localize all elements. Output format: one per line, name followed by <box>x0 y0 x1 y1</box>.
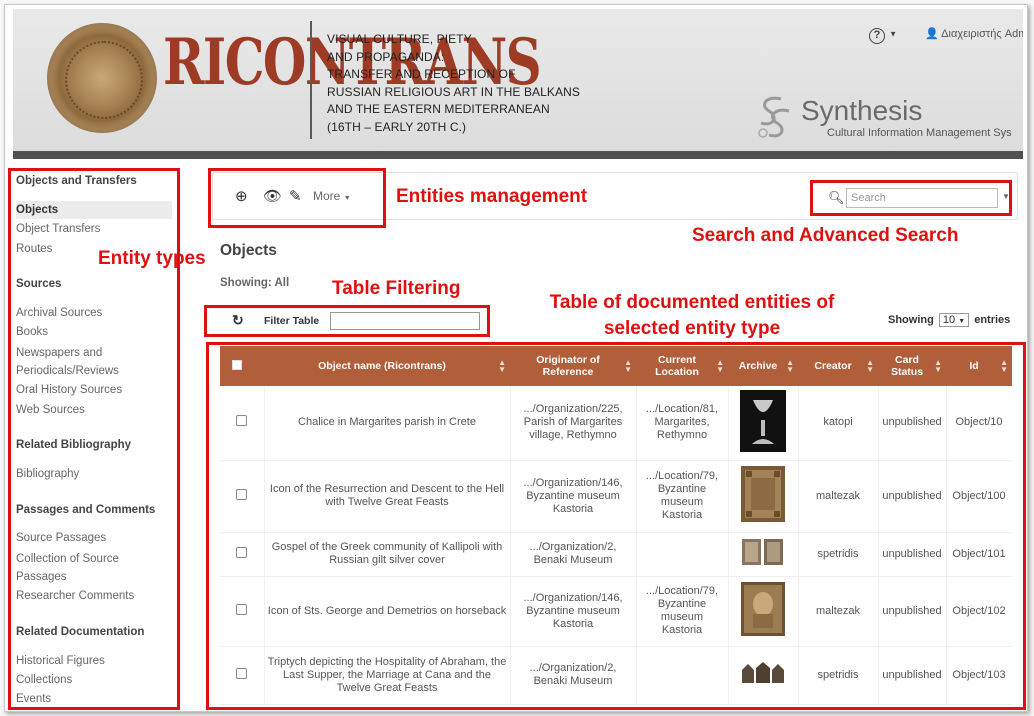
entries-prefix: Showing <box>888 314 934 326</box>
entries-value: 10 <box>942 314 956 326</box>
project-title-line: RUSSIAN RELIGIOUS ART IN THE BALKANS <box>327 84 581 99</box>
user-menu[interactable]: 👤 Διαχειριστής Adm <box>925 27 1023 40</box>
user-icon: 👤 <box>925 28 939 40</box>
annotation-box-table <box>206 342 1026 710</box>
help-button[interactable]: ? ▼ <box>869 25 897 44</box>
header-bar <box>13 151 1023 159</box>
synthesis-name: Synthesis <box>801 95 923 126</box>
chevron-down-icon: ▼ <box>889 29 898 39</box>
annotation-label-entity-types: Entity types <box>98 248 206 269</box>
page-title: Objects <box>220 242 277 259</box>
project-title-line: (16TH – EARLY 20TH C.) <box>327 119 467 134</box>
annotation-label-entities-management: Entities management <box>396 186 588 207</box>
annotation-label-table: Table of documented entities of selected… <box>549 292 835 339</box>
project-title: VISUAL CULTURE, PIETY AND PROPAGANDA: TR… <box>327 31 627 136</box>
annotation-box-search <box>810 180 1012 216</box>
project-title-line: AND THE EASTERN MEDITERRANEAN <box>327 102 550 116</box>
annotation-box-entities-management <box>208 168 386 228</box>
annotation-box-table-filtering <box>204 305 490 337</box>
synthesis-subtitle: Cultural Information Management Sys <box>827 127 1012 139</box>
project-title-line: VISUAL CULTURE, PIETY <box>327 32 472 46</box>
header: RICONTRANS VISUAL CULTURE, PIETY AND PRO… <box>13 9 1023 151</box>
entries-select[interactable]: 10 ▼ <box>938 313 970 327</box>
synthesis-logo-icon <box>758 96 790 138</box>
logo-seal-icon <box>47 23 157 133</box>
project-title-line: TRANSFER AND RECEPTION OF <box>327 67 516 81</box>
header-divider <box>310 21 312 139</box>
chevron-down-icon: ▼ <box>958 318 966 325</box>
entries-control: Showing 10 ▼ entries <box>888 313 1010 327</box>
annotation-label-table-filtering: Table Filtering <box>332 278 461 299</box>
showing-filter-status: Showing: All <box>220 277 290 289</box>
annotation-label-search: Search and Advanced Search <box>692 225 959 246</box>
project-title-line: AND PROPAGANDA: <box>327 49 445 64</box>
user-name: Διαχειριστής Adm <box>941 28 1023 40</box>
help-icon: ? <box>869 28 885 44</box>
entries-suffix: entries <box>974 314 1011 326</box>
